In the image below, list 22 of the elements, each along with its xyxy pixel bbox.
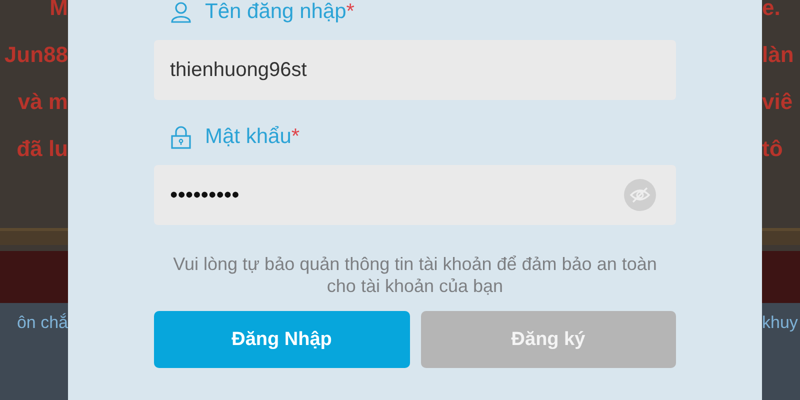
input-field[interactable]: ••••••••• — [154, 165, 676, 225]
background-text: và m — [18, 88, 68, 116]
page-band — [762, 251, 800, 303]
page-band — [0, 228, 68, 245]
lock-icon — [170, 125, 192, 149]
field-label: Tên đăng nhập — [205, 0, 346, 24]
page-band — [762, 228, 800, 245]
background-text: tô — [762, 135, 783, 163]
background-text: M — [50, 0, 68, 22]
background-text: làn — [762, 41, 794, 69]
background-text: Jun88 — [4, 41, 68, 69]
background-text: e. — [762, 0, 780, 22]
page-band — [0, 251, 68, 303]
field-label: Mật khẩu — [205, 125, 292, 149]
background-text: viê — [762, 88, 793, 116]
eye-slash-icon — [624, 179, 656, 211]
required-mark: * — [346, 0, 354, 24]
notice-text: Vui lòng tự bảo quản thông tin tài khoản để đảm bảo an toàn cho tài khoản của bạn — [172, 253, 658, 297]
required-mark: * — [291, 125, 300, 149]
user-icon — [170, 1, 192, 23]
background-text: đã lu — [16, 135, 68, 163]
input-field[interactable]: thienhuong96st — [154, 40, 676, 100]
